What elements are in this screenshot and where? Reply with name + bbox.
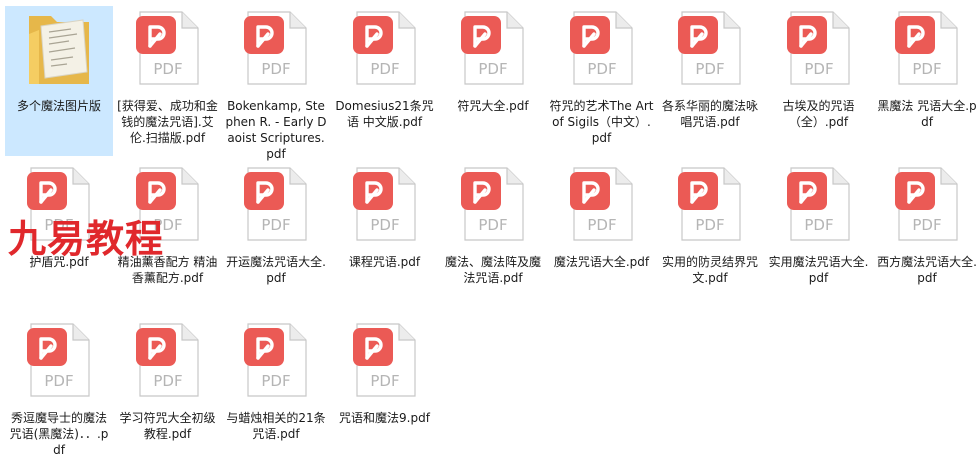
pdf-file-icon: PDF [461,167,524,241]
pdf-file-icon: PDF [244,167,307,241]
pdf-badge-text: PDF [261,60,290,78]
folder-icon [29,16,89,84]
pdf-file-icon: PDF [786,167,850,241]
pdf-file-item[interactable]: PDF 秀逗魔导士的魔法咒语(黑魔法)．．.pdf [5,318,113,468]
pdf-file-item[interactable]: PDF 西方魔法咒语大全.pdf [873,162,978,312]
pdf-file-item[interactable]: PDF 开运魔法咒语大全.pdf [222,162,330,312]
pdf-badge-text: PDF [478,60,507,78]
pdf-file-icon: PDF [678,167,741,241]
pdf-file-icon: PDF [352,323,416,397]
pdf-file-item[interactable]: PDF [获得爱、成功和金钱的魔法咒语].艾伦.扫描版.pdf [114,6,222,156]
pdf-file-icon: PDF [461,11,524,85]
pdf-file-item[interactable]: PDF 魔法咒语大全.pdf [548,162,656,312]
pdf-file-item[interactable]: PDF 符咒大全.pdf [439,6,547,156]
pdf-badge-text: PDF [695,216,724,234]
pdf-badge-text: PDF [587,216,616,234]
pdf-file-item[interactable]: PDF 古埃及的咒语（全）.pdf [765,6,873,156]
file-name-label: Bokenkamp, Stephen R. - Early Daoist Scr… [225,99,327,161]
pdf-file-item[interactable]: PDF 符咒的艺术The Art of Sigils（中文）.pdf [548,6,656,156]
file-name-label: 与蜡烛相关的21条咒语.pdf [226,411,326,441]
pdf-badge-text: PDF [478,216,507,234]
file-name-label: 多个魔法图片版 [16,99,101,113]
pdf-file-icon: PDF [135,11,199,85]
pdf-badge-text: PDF [44,372,73,390]
watermark-text: 九易教程 [8,217,165,261]
pdf-file-icon: PDF [678,11,741,85]
pdf-file-icon: PDF [786,11,850,85]
file-name-label: 黑魔法 咒语大全.pdf [877,99,977,129]
file-name-label: 秀逗魔导士的魔法咒语(黑魔法)．．.pdf [9,411,109,457]
pdf-file-item[interactable]: PDF 各系华丽的魔法咏唱咒语.pdf [656,6,764,156]
pdf-file-icon: PDF [244,323,307,397]
file-name-label: 魔法咒语大全.pdf [553,255,650,269]
file-name-label: 各系华丽的魔法咏唱咒语.pdf [661,99,758,129]
pdf-file-icon: PDF [27,323,90,397]
pdf-file-item[interactable]: PDF 魔法、魔法阵及魔法咒语.pdf [439,162,547,312]
file-name-label: 学习符咒大全初级教程.pdf [119,411,216,441]
file-name-label: 符咒的艺术The Art of Sigils（中文）.pdf [549,99,654,145]
pdf-badge-text: PDF [695,60,724,78]
pdf-file-item[interactable]: PDF 实用魔法咒语大全.pdf [765,162,873,312]
pdf-badge-text: PDF [261,216,290,234]
pdf-file-item[interactable]: PDF Bokenkamp, Stephen R. - Early Daoist … [222,6,330,161]
file-name-label: 课程咒语.pdf [348,255,421,269]
pdf-file-icon: PDF [569,167,633,241]
pdf-file-icon: PDF [352,11,416,85]
pdf-file-icon: PDF [569,11,633,85]
file-name-label: 魔法、魔法阵及魔法咒语.pdf [444,255,541,285]
file-name-label: [获得爱、成功和金钱的魔法咒语].艾伦.扫描版.pdf [117,99,218,145]
folder-item[interactable]: 多个魔法图片版 [5,6,113,156]
pdf-file-icon: PDF [135,323,199,397]
pdf-badge-text: PDF [912,60,941,78]
pdf-badge-text: PDF [153,60,182,78]
pdf-badge-text: PDF [153,372,182,390]
pdf-file-item[interactable]: PDF 学习符咒大全初级教程.pdf [114,318,222,468]
pdf-badge-text: PDF [804,216,833,234]
pdf-file-item[interactable]: PDF 实用的防灵结界咒文.pdf [656,162,764,312]
file-name-label: 西方魔法咒语大全.pdf [877,255,977,285]
pdf-file-item[interactable]: PDF 黑魔法 咒语大全.pdf [873,6,978,156]
pdf-file-item[interactable]: PDF Domesius21条咒语 中文版.pdf [331,6,439,156]
file-name-label: 开运魔法咒语大全.pdf [226,255,326,285]
file-name-label: 实用的防灵结界咒文.pdf [661,255,758,285]
pdf-file-icon: PDF [895,167,958,241]
pdf-badge-text: PDF [370,216,399,234]
pdf-file-item[interactable]: PDF 课程咒语.pdf [331,162,439,312]
pdf-badge-text: PDF [912,216,941,234]
pdf-file-icon: PDF [352,167,416,241]
pdf-badge-text: PDF [370,60,399,78]
pdf-badge-text: PDF [261,372,290,390]
file-name-label: 古埃及的咒语（全）.pdf [782,99,855,129]
pdf-file-item[interactable]: PDF 与蜡烛相关的21条咒语.pdf [222,318,330,468]
file-name-label: 实用魔法咒语大全.pdf [768,255,869,285]
file-name-label: 咒语和魔法9.pdf [339,411,430,425]
pdf-file-item[interactable]: PDF 咒语和魔法9.pdf [331,318,439,468]
file-name-label: Domesius21条咒语 中文版.pdf [335,99,434,129]
pdf-file-icon: PDF [895,11,958,85]
pdf-badge-text: PDF [370,372,399,390]
pdf-file-icon: PDF [244,11,307,85]
pdf-badge-text: PDF [587,60,616,78]
file-name-label: 符咒大全.pdf [457,99,529,113]
pdf-badge-text: PDF [804,60,833,78]
